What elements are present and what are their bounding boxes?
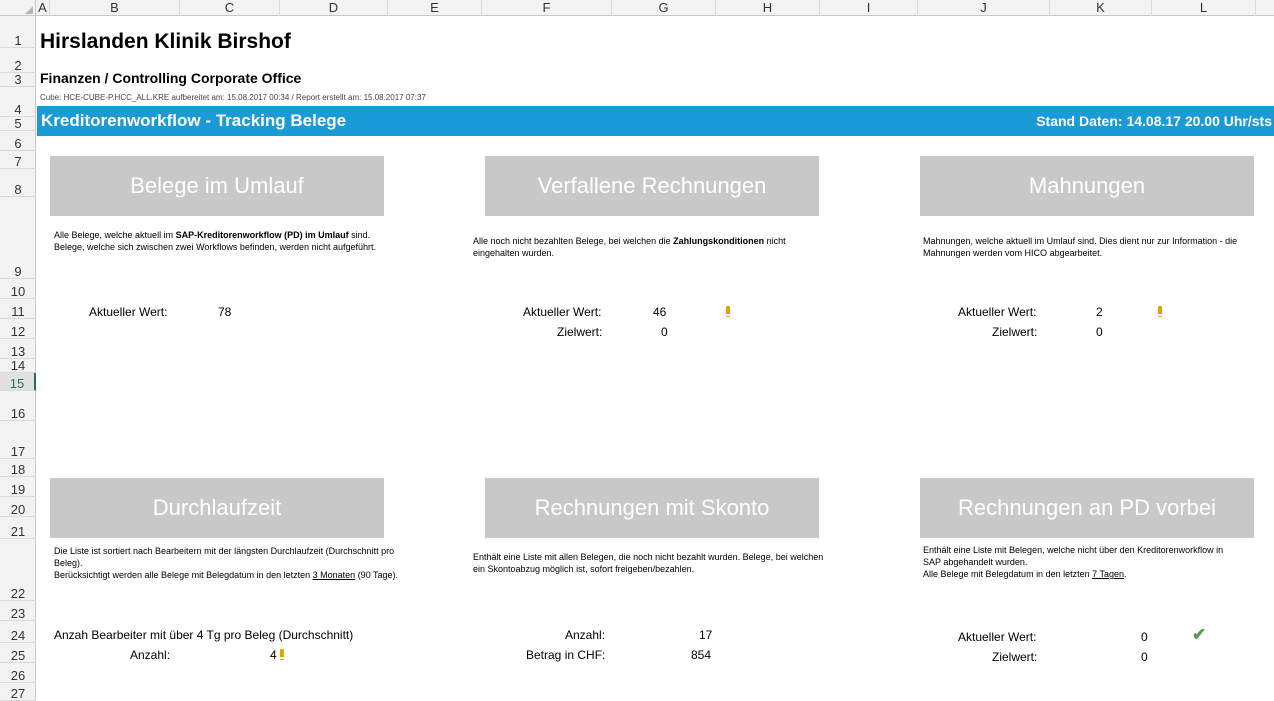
row-header[interactable]: 10 (0, 279, 36, 299)
row-header[interactable]: 5 (0, 117, 36, 131)
durchlaufzeit-anzahl-label: Anzahl: (130, 648, 171, 662)
verfallene-ziel-label: Zielwert: (557, 325, 603, 339)
durchlaufzeit-description: Die Liste ist sortiert nach Bearbeitern … (54, 546, 399, 580)
tile-title: Durchlaufzeit (152, 495, 282, 520)
col-header-c[interactable]: C (180, 0, 280, 16)
row-header[interactable]: 19 (0, 477, 36, 497)
mahnungen-ziel-label: Zielwert: (992, 325, 1038, 339)
row-header[interactable]: 21 (0, 517, 36, 539)
row-header[interactable]: 14 (0, 359, 36, 373)
report-meta: Cube: HCE-CUBE-P.HCC_ALL.KRE aufbereitet… (40, 93, 426, 102)
select-all-corner[interactable] (0, 0, 36, 16)
pd-vorbei-aktueller-value: 0 (1141, 630, 1148, 644)
tile-durchlaufzeit[interactable]: Durchlaufzeit (50, 478, 384, 538)
col-header-k[interactable]: K (1050, 0, 1152, 16)
mahnungen-aktueller-label: Aktueller Wert: (958, 305, 1037, 319)
row-header[interactable]: 3 (0, 73, 36, 87)
pd-vorbei-description: Enthält eine Liste mit Belegen, welche n… (923, 545, 1224, 579)
col-header-a[interactable]: A (36, 0, 50, 16)
row-header[interactable]: 23 (0, 601, 36, 621)
row-header[interactable]: 2 (0, 48, 36, 73)
pd-vorbei-ziel-value: 0 (1141, 650, 1148, 664)
belege-aktueller-value: 78 (218, 305, 232, 319)
row-header[interactable]: 17 (0, 421, 36, 459)
belege-description: Alle Belege, welche aktuell im SAP-Kredi… (54, 230, 377, 252)
row-header-selected[interactable]: 15 (0, 373, 36, 391)
banner-title: Kreditorenworkflow - Tracking Belege (41, 111, 347, 130)
col-header-i[interactable]: I (820, 0, 918, 16)
tile-title: Rechnungen an PD vorbei (957, 495, 1217, 520)
mahnungen-aktueller-value: 2 (1096, 305, 1103, 319)
column-header-bar: A B C D E F G H I J K L (0, 0, 1274, 16)
skonto-anzahl-label: Anzahl: (565, 628, 606, 642)
col-header-b[interactable]: B (50, 0, 180, 16)
row-header[interactable]: 7 (0, 151, 36, 169)
worksheet-grid[interactable]: Hirslanden Klinik Birshof Finanzen / Con… (37, 17, 1274, 701)
tile-belege-im-umlauf[interactable]: Belege im Umlauf (50, 156, 384, 216)
row-header[interactable]: 24 (0, 621, 36, 643)
row-header[interactable]: 25 (0, 643, 36, 663)
durchlaufzeit-bearbeiter-label: Anzah Bearbeiter mit über 4 Tg pro Beleg… (54, 628, 354, 642)
skonto-anzahl-value: 17 (699, 628, 713, 642)
col-header-j[interactable]: J (918, 0, 1050, 16)
tile-title: Verfallene Rechnungen (537, 173, 767, 198)
mahnungen-description: Mahnungen, welche aktuell im Umlauf sind… (923, 236, 1238, 258)
warning-icon (280, 649, 284, 660)
col-header-e[interactable]: E (388, 0, 482, 16)
row-header[interactable]: 11 (0, 299, 36, 319)
row-header[interactable]: 4 (0, 87, 36, 117)
section-banner: Kreditorenworkflow - Tracking Belege Sta… (37, 106, 1274, 136)
row-header[interactable]: 8 (0, 169, 36, 197)
tile-title: Rechnungen mit Skonto (534, 495, 770, 520)
check-icon: ✔ (1192, 625, 1207, 644)
mahnungen-ziel-value: 0 (1096, 325, 1103, 339)
col-header-d[interactable]: D (280, 0, 388, 16)
durchlaufzeit-anzahl-value: 4 (270, 648, 277, 662)
report-title: Hirslanden Klinik Birshof (40, 30, 291, 53)
skonto-betrag-value: 854 (691, 648, 712, 662)
warning-icon (726, 306, 730, 317)
row-header[interactable]: 20 (0, 497, 36, 517)
row-header[interactable]: 22 (0, 539, 36, 601)
row-header[interactable]: 18 (0, 459, 36, 477)
skonto-description: Enthält eine Liste mit allen Belegen, di… (473, 552, 824, 574)
row-header[interactable]: 9 (0, 197, 36, 279)
row-header[interactable]: 12 (0, 319, 36, 339)
col-header-g[interactable]: G (612, 0, 716, 16)
belege-aktueller-label: Aktueller Wert: (89, 305, 168, 319)
tile-rechnungen-mit-skonto[interactable]: Rechnungen mit Skonto (485, 478, 819, 538)
skonto-betrag-label: Betrag in CHF: (526, 648, 606, 662)
pd-vorbei-aktueller-label: Aktueller Wert: (958, 630, 1037, 644)
tile-verfallene-rechnungen[interactable]: Verfallene Rechnungen (485, 156, 819, 216)
row-header[interactable]: 16 (0, 391, 36, 421)
col-header-l[interactable]: L (1152, 0, 1256, 16)
verfallene-aktueller-value: 46 (653, 305, 667, 319)
row-header[interactable]: 1 (0, 16, 36, 48)
tile-title: Mahnungen (1028, 173, 1146, 198)
col-header-f[interactable]: F (482, 0, 612, 16)
tile-rechnungen-an-pd-vorbei[interactable]: Rechnungen an PD vorbei (920, 478, 1254, 538)
verfallene-description: Alle noch nicht bezahlten Belege, bei we… (473, 236, 786, 258)
banner-stand: Stand Daten: 14.08.17 20.00 Uhr/sts (1036, 113, 1272, 129)
report-subtitle: Finanzen / Controlling Corporate Office (40, 70, 302, 86)
row-header-bar: 1 2 3 4 5 6 7 8 9 10 11 12 13 14 15 16 1… (0, 16, 36, 701)
col-header-h[interactable]: H (716, 0, 820, 16)
row-header[interactable]: 13 (0, 339, 36, 359)
verfallene-ziel-value: 0 (661, 325, 668, 339)
row-header[interactable]: 27 (0, 683, 36, 701)
tile-title: Belege im Umlauf (130, 173, 304, 198)
tile-mahnungen[interactable]: Mahnungen (920, 156, 1254, 216)
row-header[interactable]: 6 (0, 131, 36, 151)
row-header[interactable]: 26 (0, 663, 36, 683)
verfallene-aktueller-label: Aktueller Wert: (523, 305, 602, 319)
pd-vorbei-ziel-label: Zielwert: (992, 650, 1038, 664)
warning-icon (1158, 306, 1162, 317)
